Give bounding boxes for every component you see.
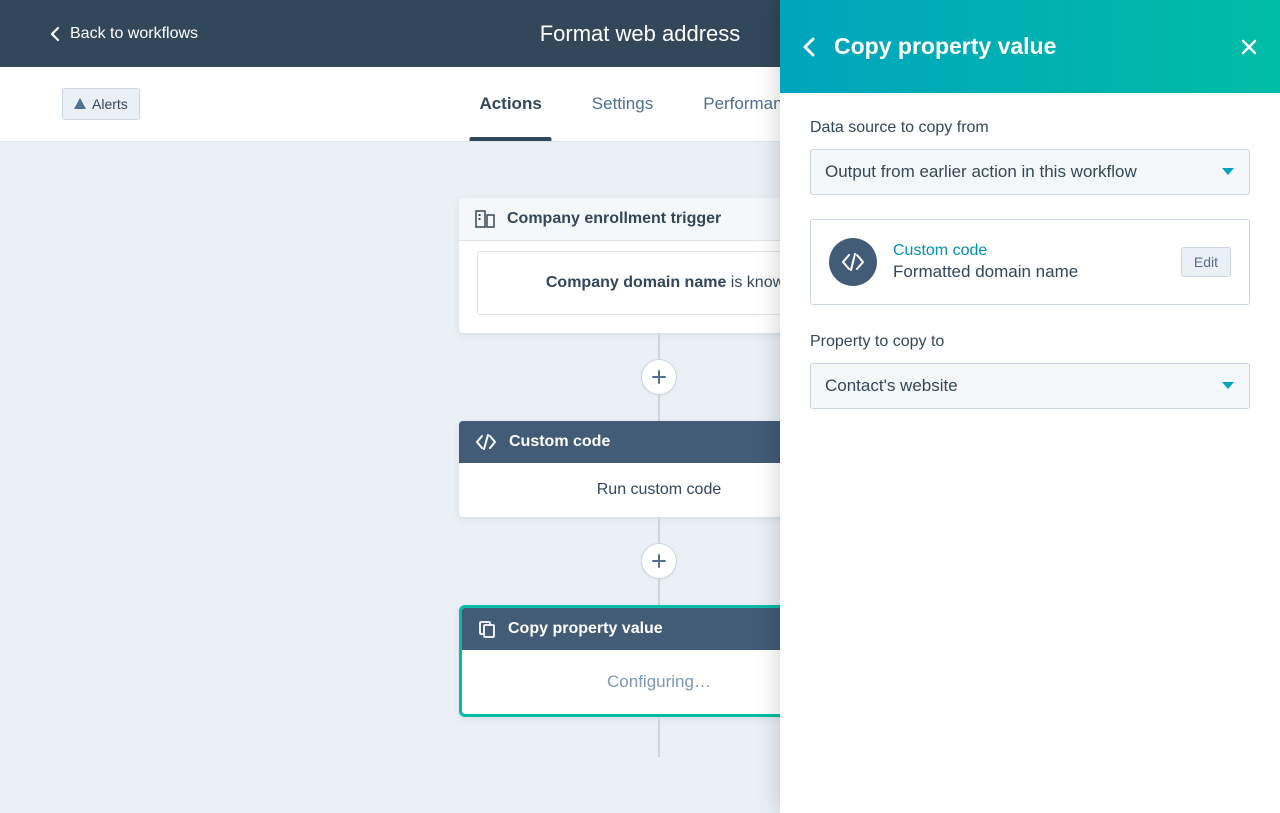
data-source-select[interactable]: Output from earlier action in this workf… [810, 149, 1250, 195]
building-icon [475, 210, 495, 228]
connector [658, 333, 660, 359]
panel-body: Data source to copy from Output from ear… [780, 93, 1280, 435]
copy-property-title: Copy property value [508, 620, 663, 638]
panel-close-button[interactable] [1240, 38, 1258, 56]
source-info: Custom code Formatted domain name [893, 242, 1165, 282]
connector [658, 517, 660, 543]
trigger-prop: Company domain name [546, 274, 726, 291]
plus-icon [651, 369, 667, 385]
connector [658, 717, 660, 757]
page-title: Format web address [540, 21, 741, 47]
panel-header: Copy property value [780, 0, 1280, 93]
panel-title: Copy property value [834, 33, 1240, 60]
add-action-button[interactable] [641, 543, 677, 579]
back-to-workflows-link[interactable]: Back to workflows [50, 25, 198, 43]
data-source-label: Data source to copy from [810, 119, 1250, 137]
caret-down-icon [1221, 167, 1235, 177]
source-card: Custom code Formatted domain name Edit [810, 219, 1250, 305]
tab-settings[interactable]: Settings [592, 67, 653, 141]
property-to-value: Contact's website [825, 376, 958, 396]
tabs: Actions Settings Performance [479, 67, 800, 141]
side-panel: Copy property value Data source to copy … [780, 0, 1280, 813]
connector [658, 395, 660, 421]
property-to-select[interactable]: Contact's website [810, 363, 1250, 409]
edit-button[interactable]: Edit [1181, 247, 1231, 277]
back-label: Back to workflows [70, 25, 198, 43]
code-icon [475, 434, 497, 450]
caret-down-icon [1221, 381, 1235, 391]
copy-icon [478, 620, 496, 638]
data-source-value: Output from earlier action in this workf… [825, 162, 1137, 182]
alerts-button[interactable]: Alerts [62, 88, 140, 120]
chevron-left-icon [50, 26, 60, 42]
source-sub: Formatted domain name [893, 262, 1165, 282]
trigger-cond: is know [726, 274, 784, 291]
alert-icon [74, 98, 86, 110]
add-action-button[interactable] [641, 359, 677, 395]
alerts-label: Alerts [92, 96, 128, 112]
panel-back-button[interactable] [802, 36, 816, 58]
plus-icon [651, 553, 667, 569]
chevron-left-icon [802, 36, 816, 58]
source-link[interactable]: Custom code [893, 242, 1165, 260]
connector [658, 579, 660, 605]
tab-actions[interactable]: Actions [479, 67, 541, 141]
custom-code-title: Custom code [509, 433, 610, 451]
code-icon [841, 253, 865, 271]
property-to-label: Property to copy to [810, 333, 1250, 351]
trigger-title: Company enrollment trigger [507, 210, 721, 228]
close-icon [1240, 38, 1258, 56]
code-circle-icon [829, 238, 877, 286]
